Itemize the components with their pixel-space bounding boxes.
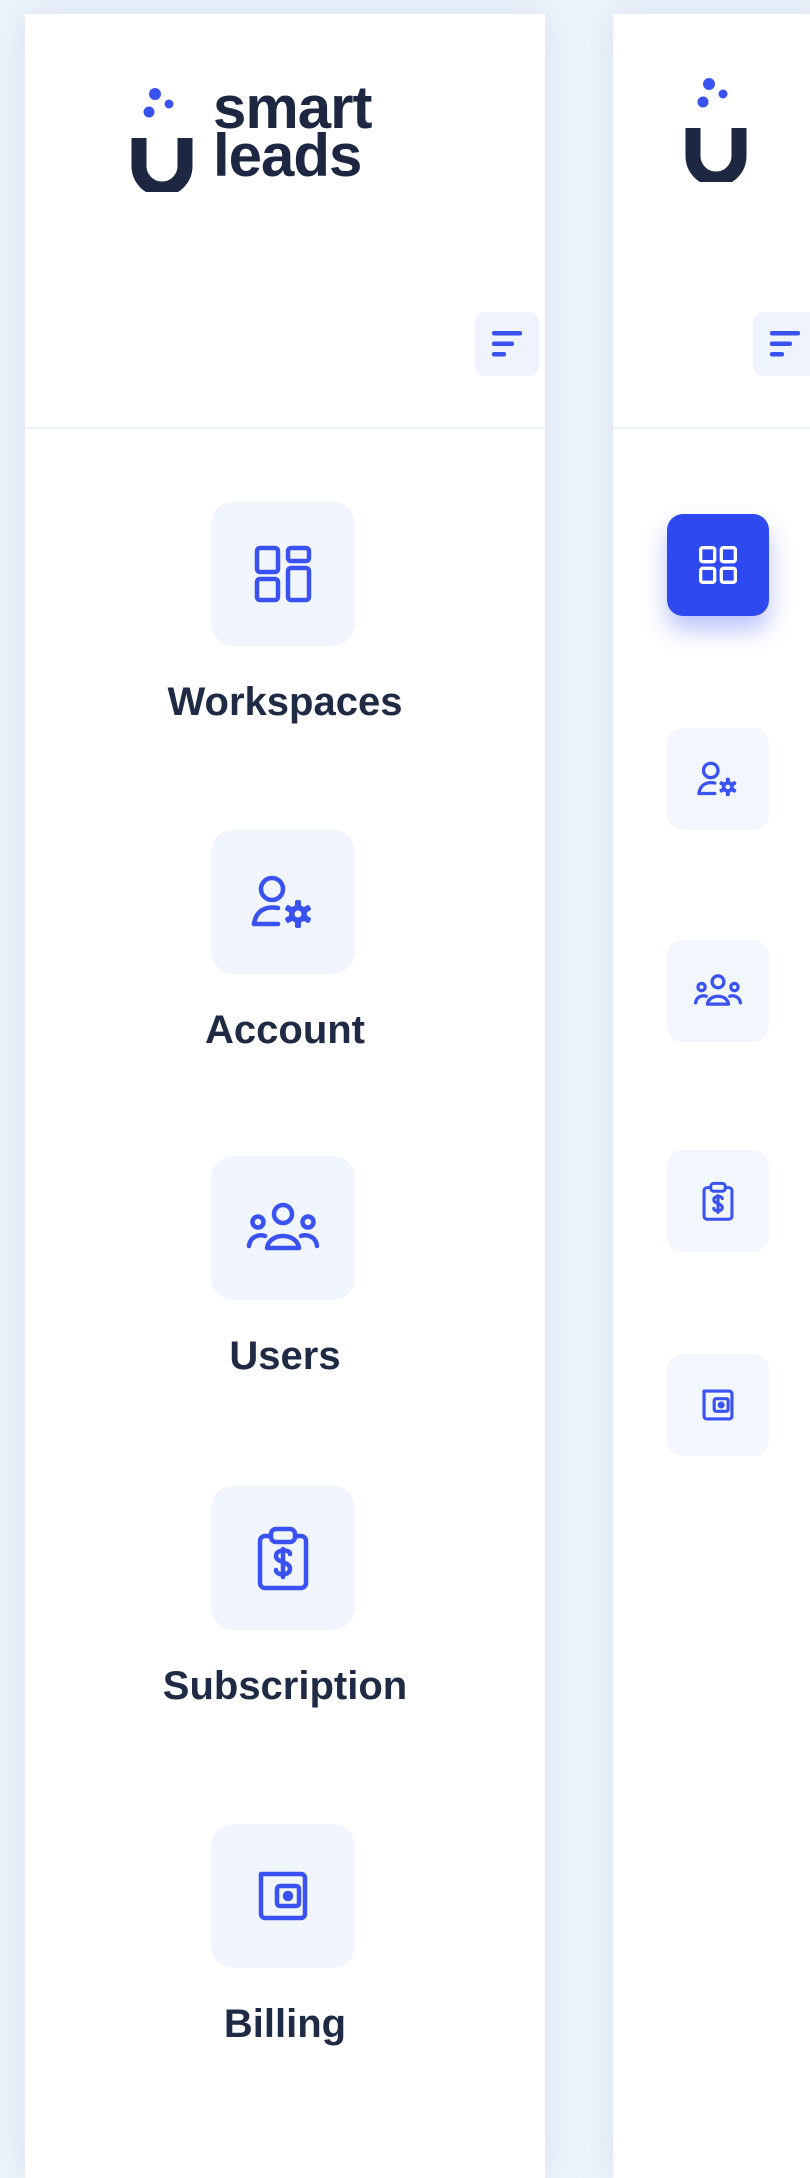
wallet-icon <box>702 1389 734 1421</box>
nav-label: Users <box>229 1334 341 1378</box>
nav-item-account[interactable] <box>667 728 769 830</box>
nav-label: Workspaces <box>167 680 403 724</box>
nav-item-subscription[interactable] <box>667 1150 769 1252</box>
logo-magnet-icon <box>131 88 193 192</box>
user-settings-icon <box>697 761 737 797</box>
nav-item-account[interactable]: Account <box>25 830 545 1060</box>
logo-text-line2: leads <box>213 122 362 189</box>
grid-icon <box>699 546 737 584</box>
clipboard-dollar-icon <box>257 1526 309 1591</box>
header-divider <box>25 427 545 429</box>
header-divider <box>613 427 810 429</box>
menu-toggle-button[interactable] <box>753 312 810 376</box>
users-group-icon <box>693 974 743 1006</box>
menu-lines-icon <box>770 331 800 357</box>
logo-magnet-icon <box>685 78 747 182</box>
sidebar-collapsed <box>613 14 810 2178</box>
nav-label: Billing <box>223 2002 347 2046</box>
menu-toggle-button[interactable] <box>475 312 539 376</box>
nav-item-subscription[interactable]: Subscription <box>25 1486 545 1716</box>
nav-item-workspaces[interactable]: Workspaces <box>25 502 545 732</box>
nav-item-billing[interactable] <box>667 1354 769 1456</box>
nav-label: Subscription <box>162 1664 408 1708</box>
nav-label: Account <box>205 1008 365 1052</box>
user-settings-icon <box>251 875 311 928</box>
nav-item-users[interactable] <box>667 940 769 1042</box>
nav-item-billing[interactable]: Billing <box>25 1824 545 2054</box>
nav-item-users[interactable]: Users <box>25 1156 545 1386</box>
wallet-icon <box>258 1871 308 1921</box>
menu-lines-icon <box>492 331 522 357</box>
nav-item-workspaces[interactable] <box>667 514 769 616</box>
clipboard-dollar-icon <box>702 1181 734 1221</box>
grid-icon <box>254 545 312 603</box>
sidebar-expanded: smart leads Workspaces Account Users Sub… <box>25 14 545 2178</box>
users-group-icon <box>246 1202 320 1251</box>
